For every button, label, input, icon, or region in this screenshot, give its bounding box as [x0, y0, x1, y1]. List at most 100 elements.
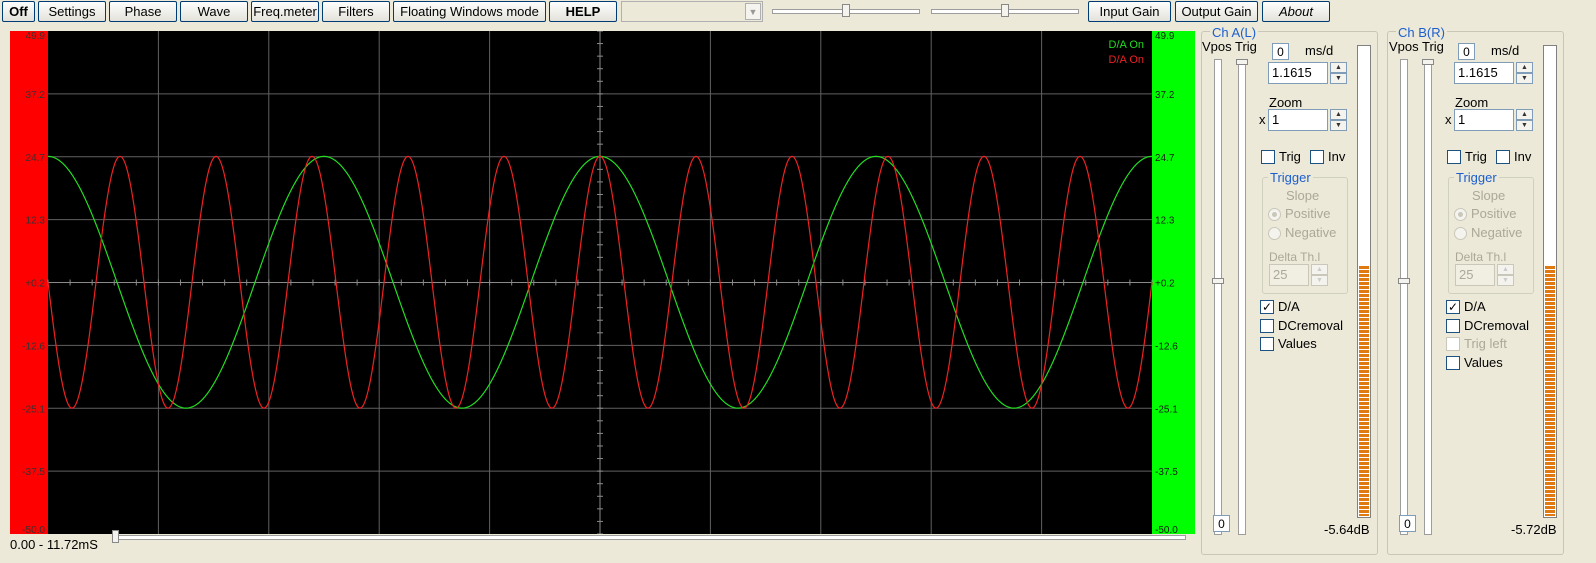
- level-meter: [1357, 45, 1371, 518]
- delta-spinner[interactable]: ▲ ▼: [1311, 264, 1328, 286]
- inv-label: Inv: [1514, 149, 1532, 164]
- dcremoval-checkbox[interactable]: [1446, 319, 1460, 333]
- negative-radio[interactable]: [1268, 227, 1281, 240]
- slider-thumb[interactable]: [1001, 4, 1009, 17]
- chevron-down-icon[interactable]: ▼: [1516, 120, 1533, 131]
- positive-radio[interactable]: [1454, 208, 1467, 221]
- chevron-down-icon[interactable]: ▼: [1330, 120, 1347, 131]
- inv-checkbox[interactable]: [1496, 150, 1510, 164]
- slider-thumb[interactable]: [1212, 278, 1224, 284]
- about-button[interactable]: About: [1262, 1, 1330, 22]
- vpos-trig-label: Vpos Trig: [1389, 39, 1444, 54]
- gain-slider-2[interactable]: [931, 4, 1079, 18]
- delta-field[interactable]: 25: [1269, 264, 1309, 286]
- ms-zero-button[interactable]: 0: [1272, 43, 1289, 60]
- scope-svg: 49.9 37.2 24.7 12.3 +0.2 -12.6 -25.1 -37.5 -50.0…: [10, 31, 1195, 534]
- oscilloscope-display: 49.9 37.2 24.7 12.3 +0.2 -12.6 -25.1 -37.5 -50.0…: [10, 31, 1195, 534]
- delta-spinner[interactable]: ▲ ▼: [1497, 264, 1514, 286]
- wave-button[interactable]: Wave: [180, 1, 248, 22]
- y-tick-label-left: -37.5: [22, 467, 45, 478]
- chevron-up-icon[interactable]: ▲: [1330, 109, 1347, 120]
- slider-thumb[interactable]: [1236, 59, 1248, 65]
- trigger-group: Trigger Slope Positive Negative Delta Th…: [1448, 170, 1534, 294]
- slider-thumb[interactable]: [1422, 59, 1434, 65]
- input-gain-button[interactable]: Input Gain: [1088, 1, 1171, 22]
- values-checkbox[interactable]: [1260, 337, 1274, 351]
- da-checkbox[interactable]: ✓: [1446, 300, 1460, 314]
- chevron-up-icon[interactable]: ▲: [1330, 62, 1347, 73]
- meter-fill: [1359, 266, 1369, 516]
- chevron-down-icon[interactable]: ▼: [1311, 275, 1328, 286]
- meter-fill: [1545, 266, 1555, 516]
- slope-label: Slope: [1286, 188, 1320, 203]
- help-button[interactable]: HELP: [549, 1, 617, 22]
- chevron-down-icon[interactable]: ▼: [1330, 73, 1347, 84]
- negative-label: Negative: [1471, 225, 1523, 240]
- trig-checkbox[interactable]: [1261, 150, 1275, 164]
- ms-per-div-field[interactable]: 1.1615: [1268, 62, 1328, 84]
- filters-button[interactable]: Filters: [322, 1, 390, 22]
- chevron-up-icon[interactable]: ▲: [1516, 109, 1533, 120]
- ms-per-div-label: ms/d: [1305, 43, 1334, 58]
- time-range-label: 0.00 - 11.72mS: [10, 537, 98, 552]
- trig-slider[interactable]: [1238, 59, 1246, 535]
- chevron-down-icon[interactable]: ▼: [1497, 275, 1514, 286]
- values-label: Values: [1278, 336, 1317, 351]
- dcremoval-checkbox[interactable]: [1260, 319, 1274, 333]
- y-tick-label-left: 24.7: [26, 153, 46, 164]
- positive-label: Positive: [1471, 206, 1517, 221]
- slider-thumb[interactable]: [112, 530, 119, 543]
- vpos-zero-button[interactable]: 0: [1399, 515, 1416, 532]
- vpos-zero-button[interactable]: 0: [1213, 515, 1230, 532]
- ms-spinner[interactable]: ▲ ▼: [1330, 62, 1347, 84]
- ms-spinner[interactable]: ▲ ▼: [1516, 62, 1533, 84]
- channel-b-panel: Ch B(R) Vpos Trig 0 0 ms/d 1.1615 ▲ ▼ Zoo…: [1387, 25, 1564, 555]
- negative-radio[interactable]: [1454, 227, 1467, 240]
- chevron-up-icon[interactable]: ▲: [1311, 264, 1328, 275]
- inv-checkbox[interactable]: [1310, 150, 1324, 164]
- trig-slider[interactable]: [1424, 59, 1432, 535]
- chevron-up-icon[interactable]: ▲: [1497, 264, 1514, 275]
- y-tick-label-right: -12.6: [1155, 341, 1178, 352]
- slider-thumb[interactable]: [842, 4, 850, 17]
- vpos-slider[interactable]: [1400, 59, 1408, 535]
- settings-button[interactable]: Settings: [38, 1, 106, 22]
- positive-radio[interactable]: [1268, 208, 1281, 221]
- ms-zero-button[interactable]: 0: [1458, 43, 1475, 60]
- chevron-down-icon[interactable]: ▼: [745, 3, 761, 20]
- y-tick-label-left: 12.3: [26, 216, 46, 227]
- ms-per-div-field[interactable]: 1.1615: [1454, 62, 1514, 84]
- output-gain-button[interactable]: Output Gain: [1175, 1, 1258, 22]
- freq-meter-button[interactable]: Freq.meter: [251, 1, 319, 22]
- values-label: Values: [1464, 355, 1503, 370]
- trig-checkbox[interactable]: [1447, 150, 1461, 164]
- vpos-slider[interactable]: [1214, 59, 1222, 535]
- source-combo[interactable]: ▼: [621, 1, 763, 22]
- trigger-title: Trigger: [1454, 170, 1499, 185]
- gain-slider-1[interactable]: [772, 4, 920, 18]
- da-checkbox[interactable]: ✓: [1260, 300, 1274, 314]
- zoom-spinner[interactable]: ▲ ▼: [1516, 109, 1533, 131]
- ms-per-div-label: ms/d: [1491, 43, 1520, 58]
- zoom-spinner[interactable]: ▲ ▼: [1330, 109, 1347, 131]
- trig-left-label: Trig left: [1464, 336, 1507, 351]
- dcremoval-label: DCremoval: [1464, 318, 1530, 333]
- zoom-field[interactable]: 1: [1268, 109, 1328, 131]
- floating-windows-button[interactable]: Floating Windows mode: [393, 1, 546, 22]
- trig-left-checkbox[interactable]: [1446, 337, 1460, 351]
- slider-thumb[interactable]: [1398, 278, 1410, 284]
- chevron-down-icon[interactable]: ▼: [1516, 73, 1533, 84]
- values-checkbox[interactable]: [1446, 356, 1460, 370]
- zoom-field[interactable]: 1: [1454, 109, 1514, 131]
- chevron-up-icon[interactable]: ▲: [1516, 62, 1533, 73]
- time-scroll-slider[interactable]: [112, 530, 1186, 543]
- db-readout: -5.72dB: [1511, 522, 1557, 537]
- delta-field[interactable]: 25: [1455, 264, 1495, 286]
- off-button[interactable]: Off: [2, 1, 35, 22]
- channel-b-title: Ch B(R): [1396, 25, 1447, 40]
- y-tick-label-left: -25.1: [22, 404, 45, 415]
- phase-button[interactable]: Phase: [109, 1, 177, 22]
- y-tick-label-left: -12.6: [22, 341, 45, 352]
- zoom-x-label: x: [1445, 112, 1452, 127]
- dcremoval-label: DCremoval: [1278, 318, 1344, 333]
